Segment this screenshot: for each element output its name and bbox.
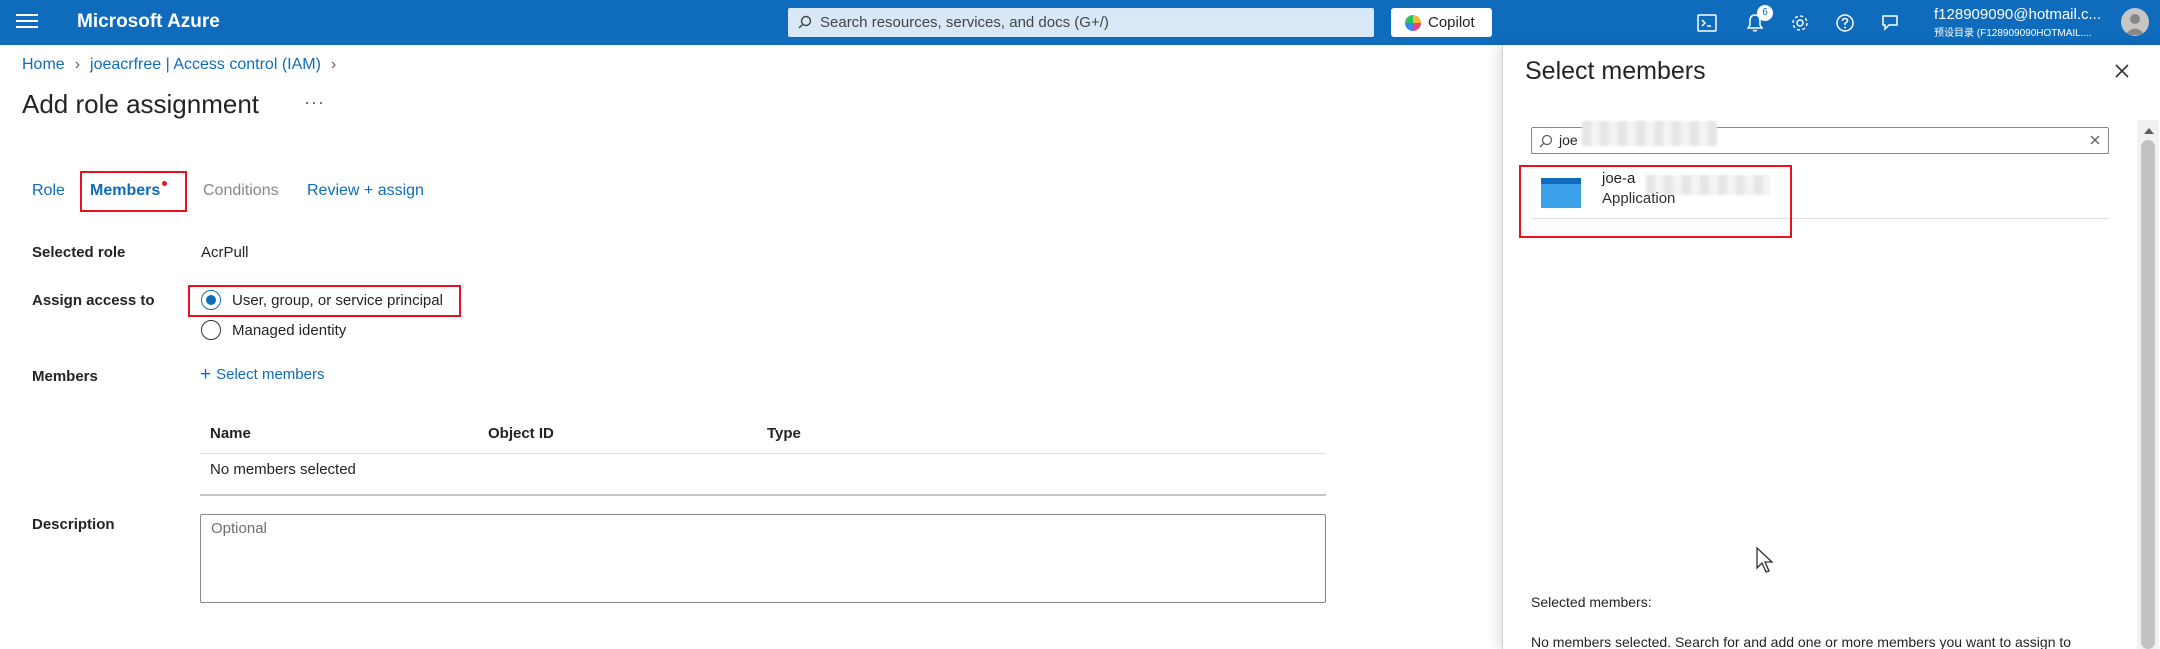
selected-role-value: AcrPull [201,244,249,261]
assign-access-label: Assign access to [32,292,155,309]
account-directory: 预设目录 (F128909090HOTMAIL.... [1934,28,2092,39]
selected-members-label: Selected members: [1531,594,1652,610]
panel-title: Select members [1525,57,1706,85]
column-object-id: Object ID [488,425,554,442]
highlight-members-tab [80,171,187,212]
feedback-icon[interactable] [1878,11,1902,35]
description-label: Description [32,516,115,533]
selected-role-label: Selected role [32,244,126,261]
tab-role[interactable]: Role [32,182,65,200]
more-options-icon[interactable]: ··· [304,92,325,113]
radio-option-label: Managed identity [232,321,347,339]
notification-badge: 6 [1757,5,1773,21]
clear-search-icon[interactable] [2088,133,2102,147]
copilot-button[interactable]: Copilot [1391,8,1492,37]
members-table-header: Name Object ID Type [200,423,1326,454]
radio-unchecked-icon[interactable] [201,320,221,340]
redacted-text [1582,121,1717,146]
global-search[interactable] [788,8,1374,37]
column-type: Type [767,425,801,442]
tab-conditions[interactable]: Conditions [203,182,279,200]
radio-managed-identity[interactable]: Managed identity [201,320,346,340]
table-empty-text: No members selected [210,461,356,478]
top-bar: Microsoft Azure Copilot 6 f128909090@hot… [0,0,2160,45]
tab-review-assign[interactable]: Review + assign [307,182,424,200]
notifications-icon[interactable]: 6 [1743,5,1773,35]
copilot-icon [1405,14,1421,31]
member-search-input[interactable]: joe [1531,121,2109,154]
members-table-empty-row: No members selected [200,454,1326,496]
column-name: Name [210,425,251,442]
breadcrumb: Home › joeacrfree | Access control (IAM)… [22,56,336,74]
chevron-right-icon: › [330,56,337,73]
avatar[interactable] [2121,8,2149,36]
highlight-assign-option [188,285,461,317]
page-title: Add role assignment [22,89,260,119]
select-members-label: Select members [216,366,325,383]
account-email: f128909090@hotmail.c... [1934,6,2101,23]
global-search-input[interactable] [820,8,1360,37]
brand-title[interactable]: Microsoft Azure [77,11,220,33]
highlight-result [1519,165,1792,238]
select-members-link[interactable]: + Select members [200,365,324,384]
close-icon[interactable] [2111,60,2133,82]
search-icon [1539,134,1553,148]
members-label: Members [32,368,98,385]
scroll-up-icon[interactable] [2144,128,2154,134]
member-search-value: joe [1559,132,1578,148]
settings-gear-icon[interactable] [1788,11,1812,35]
help-icon[interactable] [1833,11,1857,35]
description-field[interactable] [200,514,1326,603]
mouse-cursor-icon [1756,546,1774,573]
account-menu[interactable]: f128909090@hotmail.c... 预设目录 (F128909090… [1934,6,2101,39]
breadcrumb-home[interactable]: Home [22,56,65,74]
chevron-right-icon: › [74,56,81,73]
scroll-thumb[interactable] [2141,140,2155,649]
required-dot [162,181,167,186]
search-icon [798,15,812,29]
select-members-panel: Select members joe joe-a Application Sel… [1502,45,2160,649]
menu-icon[interactable] [14,10,40,36]
breadcrumb-access-control[interactable]: joeacrfree | Access control (IAM) [90,56,321,74]
copilot-label: Copilot [1428,14,1475,31]
plus-icon: + [200,364,212,385]
cloud-shell-icon[interactable] [1695,11,1719,35]
no-members-text: No members selected. Search for and add … [1531,634,2072,649]
panel-scrollbar[interactable] [2137,120,2159,649]
